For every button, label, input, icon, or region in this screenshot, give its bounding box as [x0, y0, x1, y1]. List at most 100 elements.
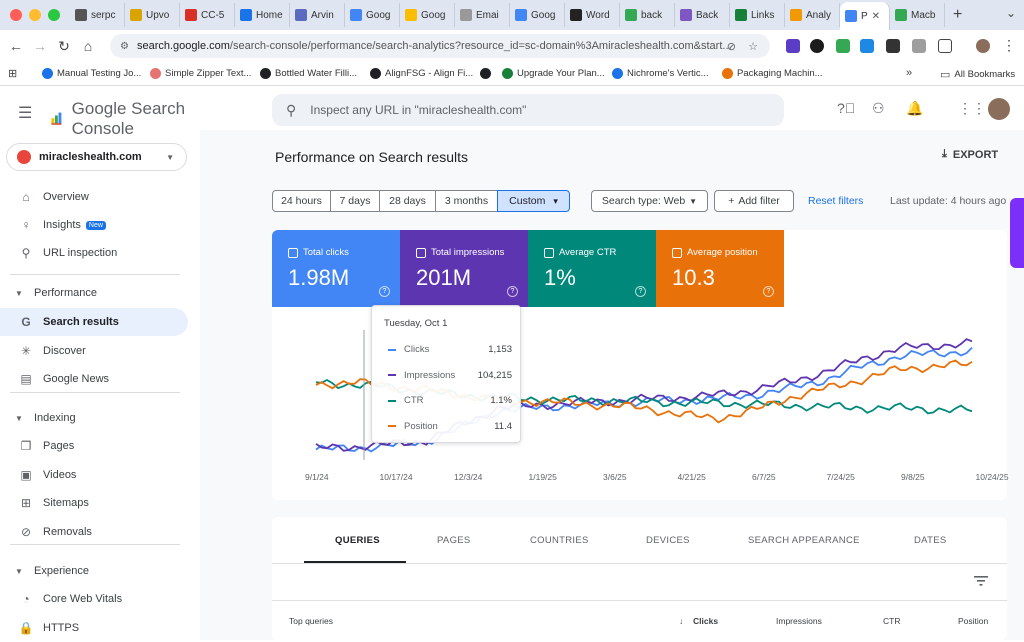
browser-tab[interactable]: Home [235, 3, 290, 27]
url-field[interactable]: ⚙ search.google.com/search-console/perfo… [110, 34, 770, 58]
section-experience[interactable]: ▼ Experience [0, 557, 188, 585]
reset-filters-link[interactable]: Reset filters [808, 195, 863, 207]
search-type-filter[interactable]: Search type: Web ▼ [591, 190, 708, 212]
help-icon[interactable]: ?⃝ [837, 100, 855, 116]
tab-search-appearance[interactable]: SEARCH APPEARANCE [748, 535, 860, 546]
profile-avatar[interactable] [976, 39, 990, 53]
bookmark-link[interactable]: Bottled Water Filli... [260, 68, 357, 79]
back-arrow-icon[interactable]: ← [4, 38, 28, 54]
extensions-puzzle-icon[interactable] [938, 39, 952, 53]
sidebar-item-core-web-vitals[interactable]: ◔ Core Web Vitals [0, 585, 188, 613]
browser-tab[interactable]: Goog [510, 3, 565, 27]
date-chip-28-days[interactable]: 28 days [379, 190, 436, 212]
property-selector[interactable]: miracleshealth.com ▼ [6, 143, 187, 171]
browser-tab[interactable]: Arvin [290, 3, 345, 27]
add-filter-button[interactable]: + Add filter [714, 190, 794, 212]
forward-arrow-icon[interactable]: → [28, 38, 52, 54]
sidebar-item-overview[interactable]: ⌂ Overview [0, 183, 188, 211]
sidebar-item-https[interactable]: 🔒 HTTPS [0, 614, 188, 642]
browser-tab[interactable]: serpc [70, 3, 125, 27]
extension-icon[interactable] [836, 39, 850, 53]
sidebar-item-videos[interactable]: ▣ Videos [0, 461, 188, 489]
section-indexing[interactable]: ▼ Indexing [0, 404, 188, 432]
all-bookmarks-link[interactable]: ▭ All Bookmarks [940, 68, 1015, 81]
extension-icon[interactable] [810, 39, 824, 53]
bookmark-link[interactable]: AlignFSG - Align Fi... [370, 68, 473, 79]
sidebar-item-removals[interactable]: ⊘ Removals [0, 518, 188, 546]
minimize-window-button[interactable] [29, 9, 41, 21]
videos-icon: ▣ [20, 467, 32, 482]
column-header-position[interactable]: Position [958, 616, 988, 626]
new-tab-button[interactable]: + [953, 6, 962, 24]
apps-grid-icon[interactable]: ⊞ [8, 67, 17, 80]
extension-icon[interactable] [886, 39, 900, 53]
eye-off-icon[interactable]: ⊘ [727, 40, 736, 53]
home-icon[interactable]: ⌂ [76, 38, 100, 54]
reload-icon[interactable]: ↻ [52, 38, 76, 55]
sidebar-item-pages[interactable]: ❐ Pages [0, 432, 188, 460]
hamburger-menu-icon[interactable]: ☰ [18, 103, 32, 123]
sidebar-item-discover[interactable]: ✳ Discover [0, 337, 188, 365]
sidebar-item-insights[interactable]: ♀ Insights New [0, 211, 188, 239]
bookmark-favicon-icon [480, 68, 491, 79]
tab-queries[interactable]: QUERIES [335, 535, 380, 546]
column-header-impressions[interactable]: Impressions [776, 616, 822, 626]
site-info-icon[interactable]: ⚙ [120, 41, 129, 52]
tab-pages[interactable]: PAGES [437, 535, 471, 546]
bookmark-link[interactable]: Nichrome's Vertic... [612, 68, 709, 79]
browser-tab[interactable]: Links [730, 3, 785, 27]
bookmark-link[interactable]: Manual Testing Jo... [42, 68, 141, 79]
bookmark-star-icon[interactable]: ☆ [748, 40, 758, 53]
bookmark-link[interactable]: Upgrade Your Plan... [502, 68, 605, 79]
browser-tab[interactable]: P ✕ [840, 2, 890, 30]
tab-countries[interactable]: COUNTRIES [530, 535, 589, 546]
url-inspect-search[interactable]: ⚲ Inspect any URL in "miracleshealth.com… [272, 94, 784, 126]
tab-favicon-icon [350, 9, 362, 21]
section-performance[interactable]: ▼ Performance [0, 279, 188, 307]
account-avatar[interactable] [988, 98, 1010, 120]
browser-tab[interactable]: Upvo [125, 3, 180, 27]
sidebar-item-search-results[interactable]: G Search results [0, 308, 188, 336]
browser-tab[interactable]: back [620, 3, 675, 27]
more-bookmarks-icon[interactable]: » [906, 67, 912, 79]
maximize-window-button[interactable] [48, 9, 60, 21]
browser-tab[interactable]: Word [565, 3, 620, 27]
close-tab-icon[interactable]: ✕ [872, 11, 880, 22]
extension-icon[interactable] [912, 39, 926, 53]
browser-tab[interactable]: Back [675, 3, 730, 27]
browser-tab[interactable]: Analy [785, 3, 840, 27]
tab-devices[interactable]: DEVICES [646, 535, 690, 546]
browser-tab[interactable]: Emai [455, 3, 510, 27]
bookmark-link[interactable]: Simple Zipper Text... [150, 68, 251, 79]
date-chip-24-hours[interactable]: 24 hours [272, 190, 331, 212]
date-chip-7-days[interactable]: 7 days [330, 190, 380, 212]
browser-tab[interactable]: Goog [345, 3, 400, 27]
browser-menu-icon[interactable]: ⋮ [1002, 37, 1016, 54]
column-header-ctr[interactable]: CTR [883, 616, 900, 626]
notifications-bell-icon[interactable]: 🔔 [906, 100, 923, 117]
search-console-logo[interactable]: Google Search Console [50, 99, 200, 139]
add-filter-label: Add filter [738, 195, 780, 207]
date-chip-3-months[interactable]: 3 months [435, 190, 498, 212]
column-header-top-queries[interactable]: Top queries [289, 616, 333, 626]
date-chip-custom[interactable]: Custom ▾ [497, 190, 570, 212]
close-window-button[interactable] [10, 9, 22, 21]
column-header-clicks[interactable]: ↓ Clicks [679, 616, 718, 626]
browser-tab[interactable]: CC-5 [180, 3, 235, 27]
tab-dates[interactable]: DATES [914, 535, 946, 546]
browser-tab[interactable]: Goog [400, 3, 455, 27]
extension-side-tab[interactable] [1010, 198, 1024, 268]
extension-icon[interactable] [786, 39, 800, 53]
export-button[interactable]: ⤓ EXPORT [942, 148, 998, 161]
google-apps-icon[interactable]: ⋮⋮ [958, 100, 986, 117]
sidebar-item-sitemaps[interactable]: ⊞ Sitemaps [0, 489, 188, 517]
filter-rows-icon[interactable] [974, 573, 988, 591]
tab-search-icon[interactable]: ⌄ [1006, 6, 1016, 20]
browser-tab[interactable]: Macb [890, 3, 945, 27]
bookmark-link[interactable]: Packaging Machin... [722, 68, 823, 79]
sidebar-item-url-inspection[interactable]: ⚲ URL inspection [0, 239, 188, 267]
extension-icon[interactable] [860, 39, 874, 53]
sidebar-item-google-news[interactable]: ▤ Google News [0, 365, 188, 393]
manage-users-icon[interactable]: ⚇ [872, 100, 885, 117]
bookmark-link[interactable] [480, 68, 495, 79]
